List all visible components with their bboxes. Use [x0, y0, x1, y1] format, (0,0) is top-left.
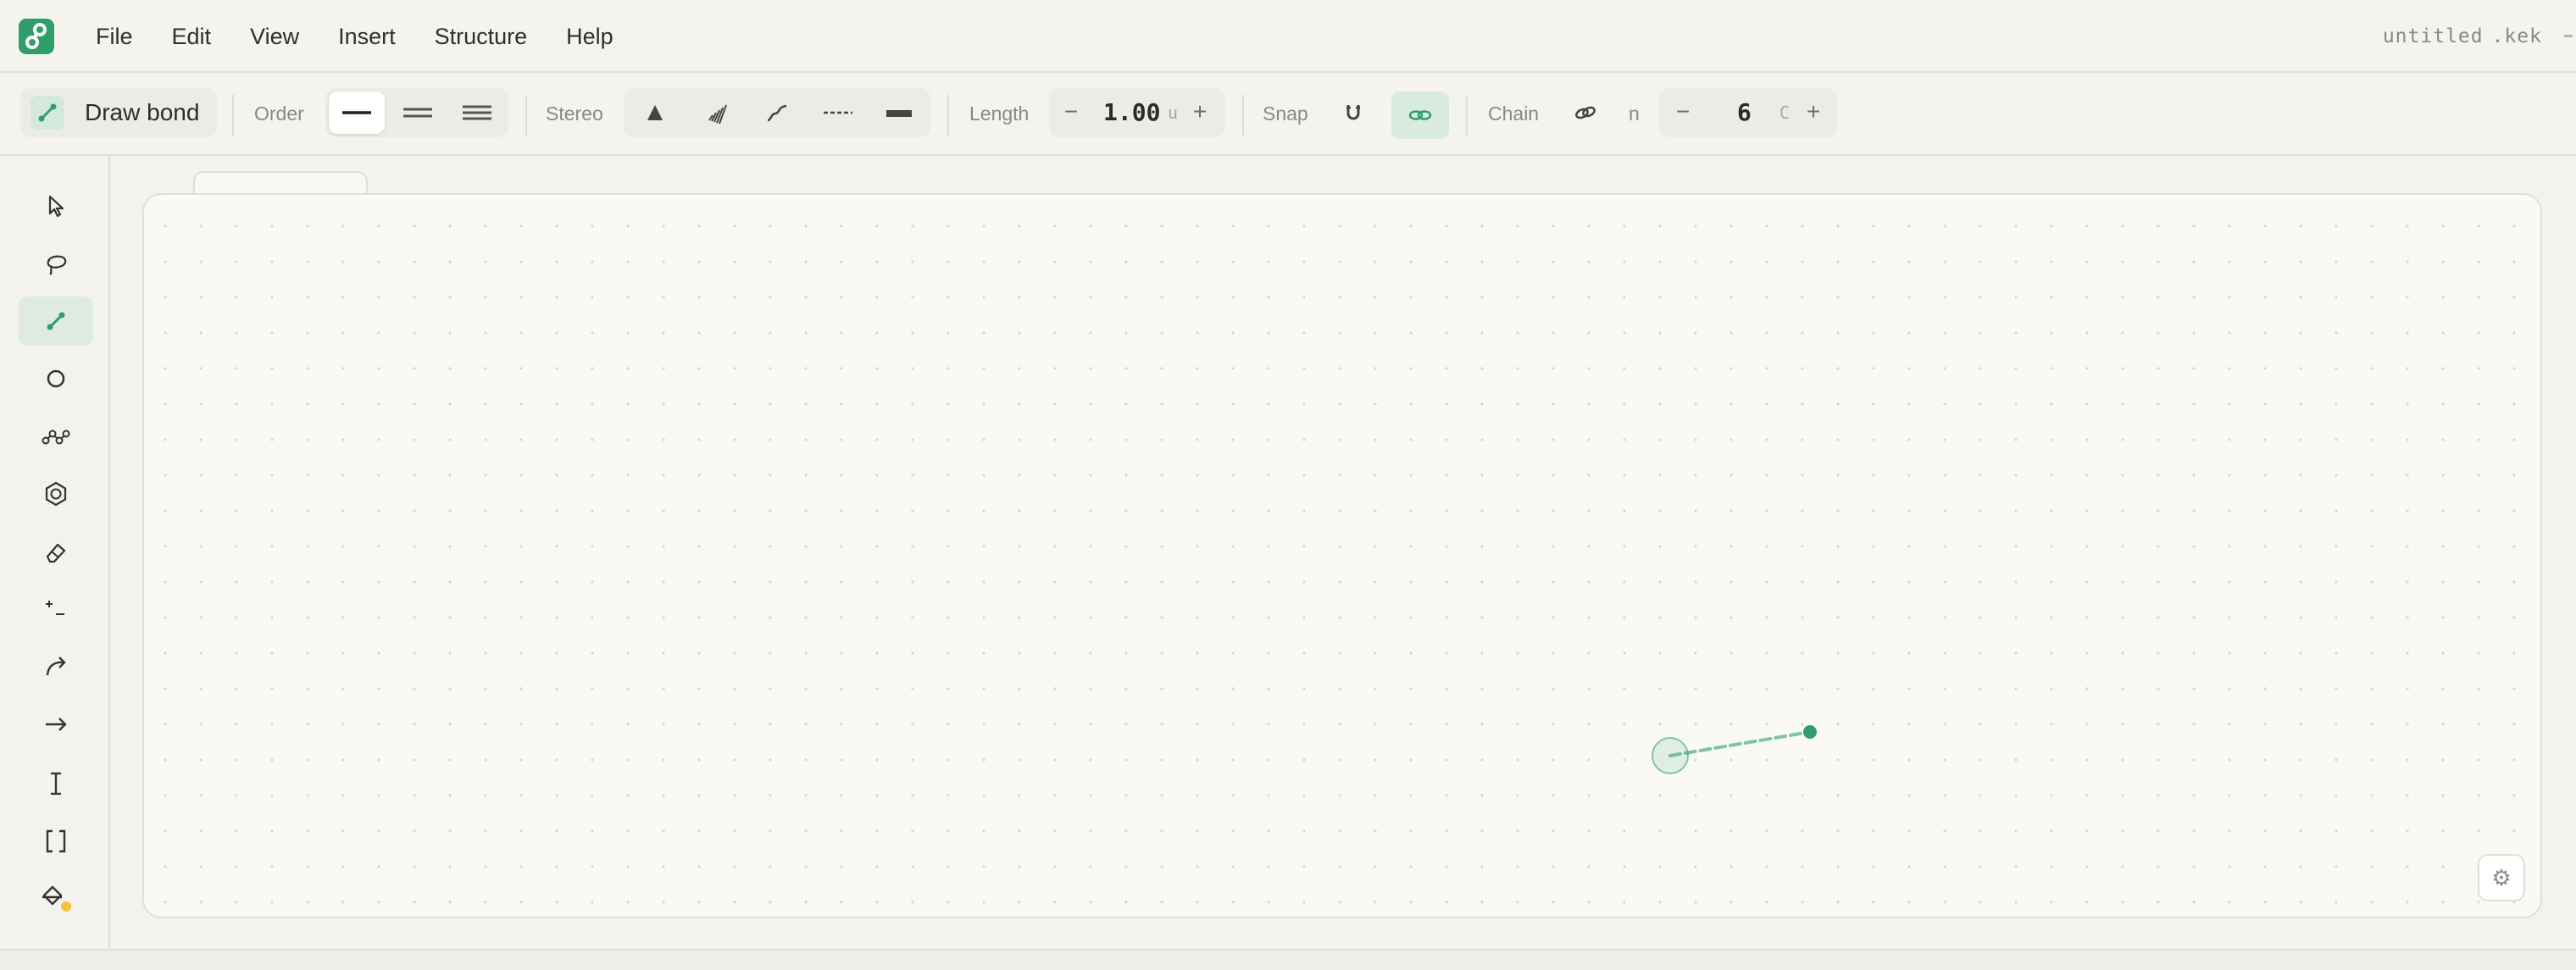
stereo-label: Stereo: [546, 103, 603, 125]
toolbar-divider: [947, 95, 949, 136]
reaction-arrow-icon: [46, 718, 67, 731]
hashed-wedge-icon: [708, 104, 727, 125]
magnet-icon: [1346, 105, 1360, 120]
snap-magnet-button[interactable]: [1329, 88, 1378, 137]
lasso-icon: [47, 255, 67, 275]
snap-link-button[interactable]: [1391, 91, 1449, 139]
status-bar: [0, 949, 2576, 970]
length-decrement-button[interactable]: −: [1052, 88, 1090, 137]
bond-tool[interactable]: [19, 297, 93, 346]
bond-end-point: [1803, 725, 1817, 739]
curved-arrow-tool[interactable]: [19, 642, 93, 691]
charge-plus-minus-icon: [46, 601, 64, 615]
app-window: File Edit View Insert Structure Help unt…: [0, 0, 2576, 970]
length-unit: u: [1168, 103, 1179, 123]
chain-decrement-button[interactable]: −: [1664, 88, 1702, 137]
paint-bucket-icon: [42, 885, 71, 912]
chain-link-icon: [1575, 106, 1596, 119]
reaction-arrow-tool[interactable]: [19, 700, 93, 749]
stereo-group: [624, 88, 930, 137]
bond-order-group: [325, 88, 508, 137]
wavy-bond-button[interactable]: [749, 91, 805, 134]
single-bond-button[interactable]: [329, 91, 385, 134]
chain-increment-button[interactable]: +: [1795, 88, 1832, 137]
curved-arrow-icon: [46, 657, 66, 676]
fill-color-swatch: [61, 901, 71, 912]
triple-bond-button[interactable]: [449, 91, 505, 134]
menu-structure[interactable]: Structure: [415, 0, 547, 73]
brackets-icon: [46, 829, 66, 853]
brackets-tool[interactable]: [19, 817, 93, 866]
double-bond-button[interactable]: [390, 91, 446, 134]
lasso-tool[interactable]: [19, 239, 93, 288]
triple-bond-icon: [463, 105, 491, 120]
text-tool[interactable]: [19, 759, 93, 808]
file-extension: .kek: [2491, 25, 2542, 47]
toolbar-divider: [1466, 95, 1468, 136]
wavy-bond-icon: [767, 104, 787, 122]
length-value[interactable]: 1.00: [1103, 88, 1160, 137]
length-increment-button[interactable]: +: [1181, 88, 1219, 137]
eraser-tool[interactable]: [19, 527, 93, 576]
bond-line-icon: [47, 312, 65, 330]
chain-link-button[interactable]: [1561, 88, 1610, 137]
active-tool-chip[interactable]: Draw bond: [20, 88, 217, 137]
chain-icon: [42, 430, 70, 445]
menu-help[interactable]: Help: [547, 0, 633, 73]
active-tool-label: Draw bond: [85, 99, 200, 125]
toolbar-divider: [232, 95, 234, 136]
wedge-bond-button[interactable]: [627, 91, 683, 134]
drawing-canvas[interactable]: ⚙: [142, 193, 2542, 918]
bond-preview-line: [1668, 730, 1812, 757]
charge-tool[interactable]: [19, 585, 93, 634]
double-bond-icon: [403, 108, 432, 118]
chain-tool[interactable]: [19, 412, 93, 461]
menu-edit[interactable]: Edit: [153, 0, 231, 73]
pointer-icon: [48, 195, 64, 218]
chain-n-label: n: [1629, 103, 1640, 125]
hashed-wedge-button[interactable]: [688, 91, 744, 134]
snap-label: Snap: [1263, 103, 1308, 125]
gear-icon: ⚙: [2491, 864, 2512, 890]
chain-label: Chain: [1488, 103, 1540, 125]
fill-tool[interactable]: [19, 874, 93, 923]
text-cursor-icon: [51, 772, 61, 795]
tool-rail: [0, 156, 110, 949]
menubar: File Edit View Insert Structure Help unt…: [0, 0, 2576, 73]
dashed-bond-button[interactable]: [810, 91, 866, 134]
single-bond-icon: [342, 111, 371, 114]
chain-value[interactable]: 6: [1737, 88, 1752, 137]
document-title[interactable]: untitled .kek: [2383, 0, 2542, 73]
link-icon: [1408, 110, 1432, 120]
length-label: Length: [969, 103, 1030, 125]
chain-length-stepper: − 6 C +: [1659, 88, 1837, 137]
order-label: Order: [254, 103, 304, 125]
file-name: untitled: [2382, 25, 2484, 47]
eraser-icon: [46, 543, 66, 563]
atom-circle-icon: [47, 369, 65, 388]
wedge-bond-icon: [647, 105, 663, 120]
bold-bond-icon: [886, 110, 912, 117]
length-stepper: − 1.00 u +: [1049, 88, 1225, 137]
select-tool[interactable]: [19, 181, 93, 230]
canvas-drawing-layer: [1652, 725, 1817, 774]
toolbar-divider: [1242, 95, 1244, 136]
overflow-indicator: [2564, 35, 2573, 37]
hexagon-ring-icon: [45, 481, 67, 507]
bold-bond-button[interactable]: [871, 91, 927, 134]
menu-bar-items: File Edit View Insert Structure Help: [76, 0, 633, 73]
app-logo[interactable]: [19, 19, 54, 54]
menu-view[interactable]: View: [230, 0, 319, 73]
dashed-bond-icon: [824, 111, 852, 114]
menu-file[interactable]: File: [76, 0, 153, 73]
toolbar-divider: [525, 95, 527, 136]
chain-unit: C: [1779, 103, 1790, 123]
atom-tool[interactable]: [19, 354, 93, 403]
menu-insert[interactable]: Insert: [319, 0, 415, 73]
ring-tool[interactable]: [19, 469, 93, 518]
toolbar: Draw bond Order Stereo Length − 1.00 u +…: [0, 75, 2576, 156]
canvas-settings-button[interactable]: ⚙: [2478, 854, 2525, 901]
bond-tool-icon: [31, 96, 64, 130]
